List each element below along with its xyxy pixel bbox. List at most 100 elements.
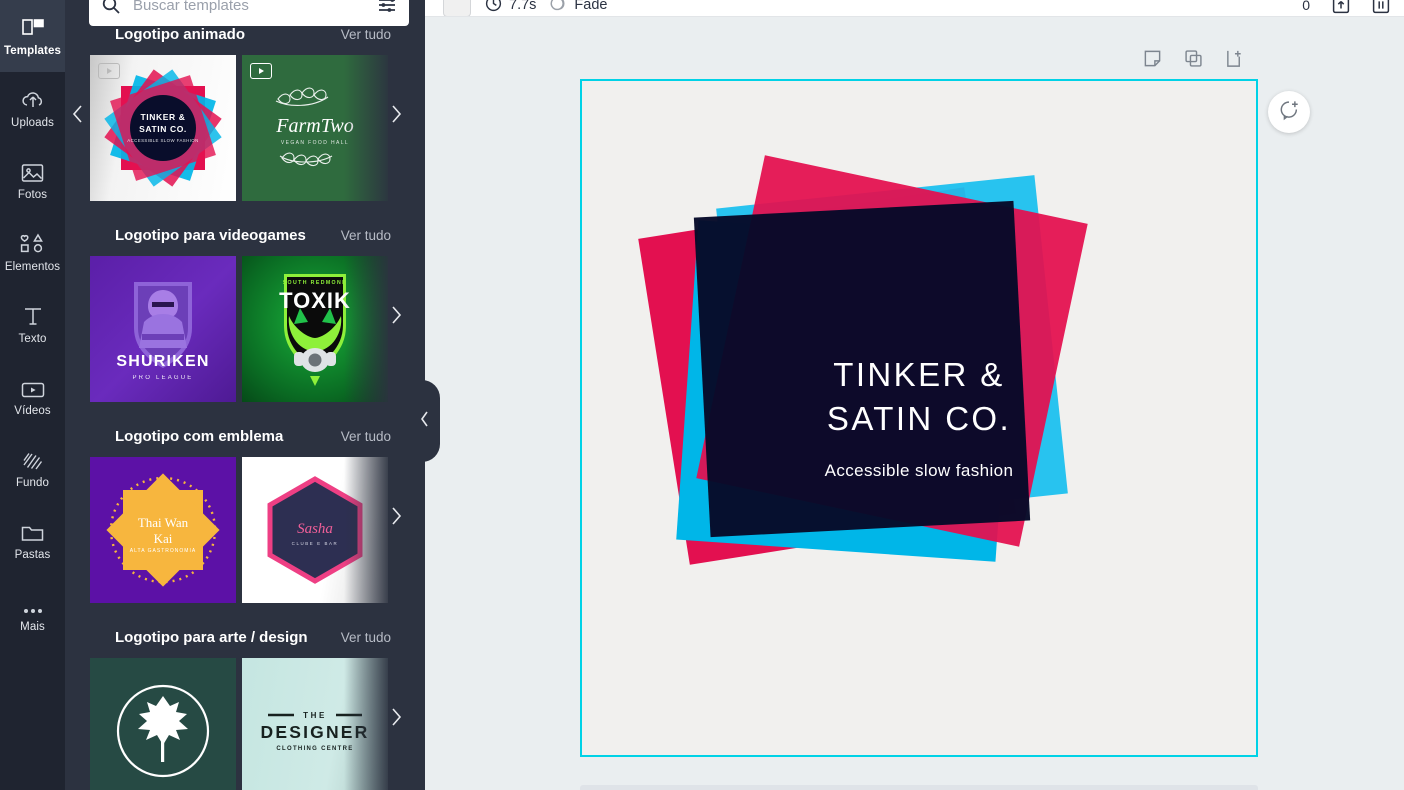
section-title: Logotipo com emblema bbox=[115, 428, 284, 445]
toolbar-divider bbox=[425, 16, 1404, 17]
sidebar-item-label: Texto bbox=[18, 333, 47, 345]
add-comment-button[interactable] bbox=[1268, 91, 1310, 133]
top-toolbar: 7.7s Fade 0 bbox=[425, 0, 1404, 16]
page-tools-group bbox=[1143, 49, 1244, 68]
design-canvas[interactable]: TINKER & SATIN CO. Accessible slow fashi… bbox=[580, 79, 1258, 757]
sidebar-item-label: Elementos bbox=[4, 261, 61, 273]
left-icon-rail: Templates Uploads Fotos Elementos Texto … bbox=[0, 0, 65, 790]
thumb-subtitle: ALTA GASTRONOMIA bbox=[129, 548, 197, 554]
photo-icon bbox=[21, 159, 44, 183]
sidebar-item-videos[interactable]: Vídeos bbox=[0, 360, 65, 432]
transition-icon bbox=[550, 0, 567, 16]
sidebar-item-label: Mais bbox=[20, 621, 45, 633]
thumb-title-line1: TINKER & bbox=[140, 112, 186, 122]
panel-collapse-handle[interactable] bbox=[410, 380, 440, 462]
sidebar-item-pastas[interactable]: Pastas bbox=[0, 504, 65, 576]
toxik-crest-art bbox=[284, 274, 346, 386]
see-all-link[interactable]: Ver tudo bbox=[341, 630, 391, 645]
chevron-left-icon bbox=[420, 411, 430, 432]
see-all-link[interactable]: Ver tudo bbox=[341, 27, 391, 42]
sidebar-item-fotos[interactable]: Fotos bbox=[0, 144, 65, 216]
templates-panel: Logotipo animado Ver tudo bbox=[65, 0, 425, 790]
thumb-title: Sasha bbox=[297, 521, 333, 537]
template-card-row: THE DESIGNER CLOTHING CENTRE bbox=[90, 658, 425, 790]
thumb-subtitle: VEGAN FOOD HALL bbox=[280, 140, 350, 146]
search-icon bbox=[101, 0, 121, 15]
shapes-icon bbox=[20, 231, 46, 255]
thumb-title-line1: Thai Wan bbox=[137, 515, 189, 530]
duration-control[interactable]: 7.7s bbox=[485, 0, 536, 16]
carousel-next-button[interactable] bbox=[385, 103, 407, 125]
add-page-icon[interactable] bbox=[1225, 49, 1244, 68]
template-card-row: TINKER & SATIN CO. ACCESSIBLE SLOW FASHI… bbox=[90, 55, 425, 201]
sidebar-item-elementos[interactable]: Elementos bbox=[0, 216, 65, 288]
sidebar-item-label: Templates bbox=[4, 45, 61, 57]
thumb-subtitle: ACCESSIBLE SLOW FASHION bbox=[127, 138, 199, 143]
design-page[interactable]: TINKER & SATIN CO. Accessible slow fashi… bbox=[580, 79, 1258, 757]
tree-emblem-art bbox=[116, 684, 210, 778]
sidebar-item-templates[interactable]: Templates bbox=[0, 0, 65, 72]
next-page-placeholder[interactable] bbox=[580, 785, 1258, 790]
template-card-the-designer[interactable]: THE DESIGNER CLOTHING CENTRE bbox=[242, 658, 388, 790]
sidebar-item-label: Fotos bbox=[17, 189, 48, 201]
add-comment-icon bbox=[1278, 99, 1300, 126]
thumb-title: FarmTwo bbox=[276, 115, 354, 137]
template-card-sasha[interactable]: Sasha CLUBE E BAR bbox=[242, 457, 388, 603]
sidebar-item-texto[interactable]: Texto bbox=[0, 288, 65, 360]
sidebar-item-label: Vídeos bbox=[14, 405, 51, 417]
filter-sliders-icon[interactable] bbox=[377, 0, 397, 15]
search-input[interactable] bbox=[121, 0, 377, 14]
carousel-next-button[interactable] bbox=[385, 505, 407, 527]
thumb-title: DESIGNER bbox=[260, 722, 370, 742]
page-color-swatch[interactable] bbox=[443, 0, 471, 16]
arrange-up-icon[interactable] bbox=[1332, 0, 1350, 14]
templates-scroll-area[interactable]: Logotipo animado Ver tudo TINKER & SATIN… bbox=[65, 26, 425, 790]
sidebar-item-fundo[interactable]: Fundo bbox=[0, 432, 65, 504]
template-card-toxik[interactable]: SOUTH REDMOND TOXIK bbox=[242, 256, 388, 402]
template-card-shuriken[interactable]: SHURIKEN PRO LEAGUE bbox=[90, 256, 236, 402]
thumb-subtitle: CLUBE E BAR bbox=[291, 541, 339, 546]
sidebar-item-label: Uploads bbox=[11, 117, 54, 129]
section-header: Logotipo com emblema Ver tudo bbox=[90, 428, 425, 445]
section-header: Logotipo animado Ver tudo bbox=[90, 26, 425, 43]
template-card-tree-emblem[interactable] bbox=[90, 658, 236, 790]
transition-control[interactable]: Fade bbox=[550, 0, 607, 16]
carousel-next-button[interactable] bbox=[385, 304, 407, 326]
section-title: Logotipo animado bbox=[115, 26, 245, 43]
template-card-tinker-satin[interactable]: TINKER & SATIN CO. ACCESSIBLE SLOW FASHI… bbox=[90, 55, 236, 201]
thumb-title: TOXIK bbox=[279, 288, 351, 313]
duplicate-page-icon[interactable] bbox=[1184, 49, 1203, 68]
template-section: Logotipo para arte / design Ver tudo THE… bbox=[65, 629, 425, 790]
thumb-eyebrow: SOUTH REDMOND bbox=[282, 280, 348, 286]
notes-icon[interactable] bbox=[1143, 49, 1162, 68]
editor-canvas-area: TINKER & SATIN CO. Accessible slow fashi… bbox=[425, 17, 1404, 790]
sidebar-item-mais[interactable]: Mais bbox=[0, 576, 65, 648]
template-card-thai-wan-kai[interactable]: Thai Wan Kai ALTA GASTRONOMIA bbox=[90, 457, 236, 603]
sidebar-item-label: Fundo bbox=[15, 477, 50, 489]
template-section: Logotipo para videogames Ver tudo SHURIK… bbox=[65, 227, 425, 402]
template-card-farmtwo[interactable]: FarmTwo VEGAN FOOD HALL bbox=[242, 55, 388, 201]
video-icon bbox=[21, 375, 45, 399]
pause-icon[interactable] bbox=[1372, 0, 1390, 14]
duration-value: 7.7s bbox=[509, 0, 537, 13]
more-dots-icon bbox=[21, 591, 45, 615]
thumb-title-line2: SATIN CO. bbox=[139, 124, 187, 134]
template-section: Logotipo com emblema Ver tudo Thai Wan K… bbox=[65, 428, 425, 603]
section-title: Logotipo para videogames bbox=[115, 227, 306, 244]
thumb-title-line2: Kai bbox=[153, 531, 173, 546]
see-all-link[interactable]: Ver tudo bbox=[341, 228, 391, 243]
toolbar-left-group: 7.7s Fade bbox=[425, 0, 607, 16]
carousel-next-button[interactable] bbox=[385, 706, 407, 728]
carousel-prev-button[interactable] bbox=[67, 103, 89, 125]
background-icon bbox=[22, 447, 44, 471]
search-bar[interactable] bbox=[89, 0, 409, 26]
see-all-link[interactable]: Ver tudo bbox=[341, 429, 391, 444]
clock-icon bbox=[485, 0, 502, 16]
section-header: Logotipo para videogames Ver tudo bbox=[90, 227, 425, 244]
transition-value: Fade bbox=[574, 0, 608, 13]
sidebar-item-uploads[interactable]: Uploads bbox=[0, 72, 65, 144]
text-icon bbox=[22, 303, 44, 327]
upload-cloud-icon bbox=[21, 87, 45, 111]
template-section: Logotipo animado Ver tudo TINKER & SATIN… bbox=[65, 26, 425, 201]
template-card-row: SHURIKEN PRO LEAGUE SOUTH REDMOND TOXIK bbox=[90, 256, 425, 402]
